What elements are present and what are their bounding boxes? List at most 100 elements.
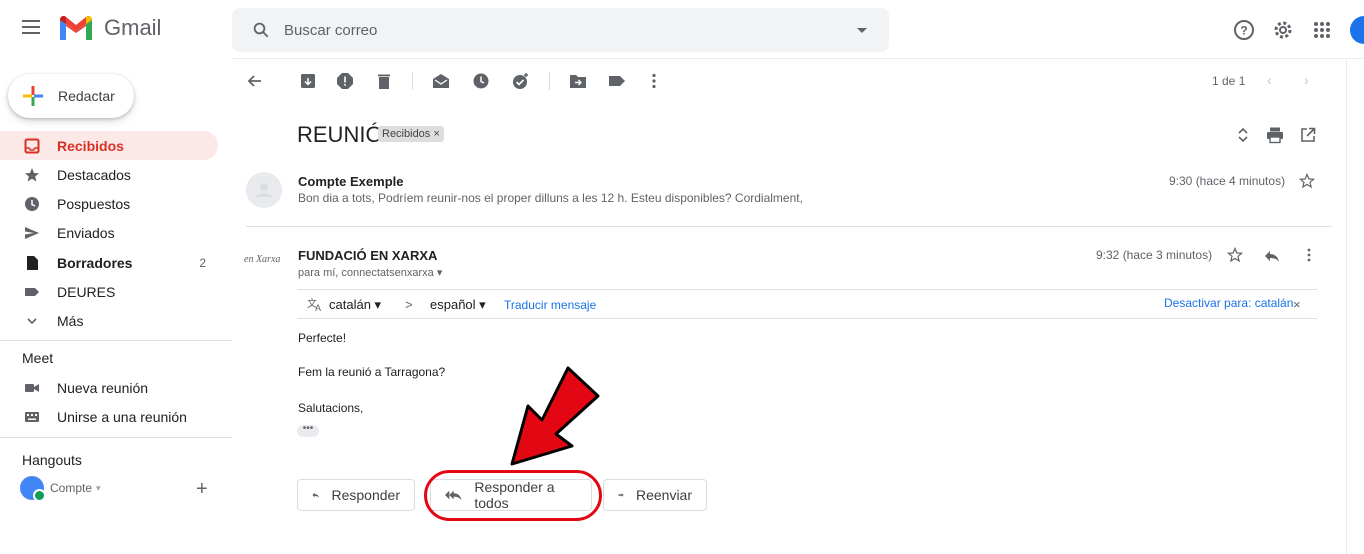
sidebar-item-more[interactable]: Más — [0, 306, 218, 335]
avatar[interactable] — [246, 172, 282, 208]
main-menu-icon[interactable] — [22, 20, 40, 34]
snooze-clock-icon[interactable] — [472, 72, 490, 90]
inbox-icon — [24, 138, 40, 154]
sidebar-item-label: DEURES — [57, 284, 116, 300]
print-icon[interactable] — [1266, 126, 1284, 144]
settings-gear-icon[interactable] — [1271, 18, 1295, 42]
more-vert-icon[interactable] — [645, 72, 663, 90]
svg-text:A: A — [315, 303, 321, 312]
drafts-count: 2 — [199, 256, 206, 270]
video-camera-icon — [25, 384, 39, 392]
scrollbar[interactable] — [1346, 60, 1358, 554]
reply-button[interactable]: Responder — [297, 479, 415, 511]
highlight-circle — [424, 470, 602, 521]
inbox-label-chip[interactable]: Recibidos × — [378, 126, 444, 142]
more-vert-icon[interactable] — [1301, 247, 1317, 263]
header-divider — [232, 58, 1364, 59]
search-icon[interactable] — [252, 21, 270, 39]
search-options-icon[interactable] — [857, 28, 867, 33]
add-task-icon[interactable] — [512, 72, 530, 90]
close-icon[interactable]: × — [1293, 297, 1301, 312]
delete-icon[interactable] — [375, 72, 393, 90]
message-time: 9:30 (hace 4 minutos) — [1169, 174, 1286, 188]
message-divider — [246, 226, 1332, 227]
star-outline-icon[interactable] — [1227, 247, 1243, 263]
compose-button[interactable]: Redactar — [8, 74, 134, 118]
compose-plus-icon — [23, 86, 43, 106]
message-body-line: Fem la reunió a Tarragona? — [298, 365, 446, 379]
chevron-down-icon — [27, 318, 37, 325]
caret-down-icon: ▾ — [436, 267, 443, 279]
forward-label: Reenviar — [635, 487, 692, 503]
reply-icon — [312, 492, 320, 498]
sidebar-item-deures[interactable]: DEURES — [0, 277, 218, 306]
show-trimmed-content-button[interactable]: ••• — [297, 424, 319, 437]
star-outline-icon[interactable] — [1299, 173, 1315, 189]
keyboard-icon — [25, 412, 39, 422]
gmail-logo[interactable]: Gmail — [58, 14, 161, 42]
label-icon — [25, 288, 39, 296]
search-bar[interactable] — [232, 8, 889, 52]
gmail-m-icon — [60, 16, 92, 40]
toolbar-divider — [412, 72, 413, 90]
reply-icon[interactable] — [1264, 248, 1280, 264]
expand-collapse-icon[interactable] — [1234, 126, 1252, 144]
source-language-dropdown[interactable]: catalán ▾ — [329, 297, 381, 313]
join-meeting-item[interactable]: Unirse a una reunión — [0, 402, 218, 431]
caret-down-icon: ▾ — [479, 297, 486, 312]
message-recipients[interactable]: para mí, connectatsenxarxa ▾ — [298, 266, 442, 279]
forward-button[interactable]: Reenviar — [603, 479, 707, 511]
sidebar-item-sent[interactable]: Enviados — [0, 218, 218, 247]
older-chevron-icon[interactable]: › — [1304, 72, 1309, 88]
sender-logo[interactable]: en Xarxa — [244, 254, 280, 265]
clock-icon — [25, 197, 39, 211]
mark-unread-icon[interactable] — [432, 72, 450, 90]
new-meeting-item[interactable]: Nueva reunión — [0, 373, 218, 402]
sidebar-item-snoozed[interactable]: Pospuestos — [0, 189, 218, 218]
hangouts-section-title: Hangouts — [22, 452, 82, 468]
sidebar-item-label: Recibidos — [57, 138, 124, 154]
translate-bar: 文A catalán ▾ > español ▾ Traducir mensaj… — [297, 289, 1317, 319]
message-snippet[interactable]: Bon dia a tots, Podríem reunir-nos el pr… — [298, 191, 803, 205]
meet-section-title: Meet — [22, 350, 54, 366]
account-avatar[interactable] — [1350, 16, 1364, 44]
message-sender[interactable]: Compte Exemple — [298, 174, 403, 189]
sidebar-item-label: Pospuestos — [57, 196, 131, 212]
disable-translation-link[interactable]: Desactivar para: catalán — [1164, 296, 1293, 310]
translate-message-link[interactable]: Traducir mensaje — [504, 298, 596, 312]
translate-icon: 文A — [307, 297, 321, 312]
sidebar-divider — [0, 437, 232, 438]
hangouts-user-name: Compte — [50, 481, 93, 495]
toolbar-divider — [549, 72, 550, 90]
avatar — [20, 476, 46, 502]
app-name: Gmail — [104, 15, 162, 40]
sidebar-item-inbox[interactable]: Recibidos — [0, 131, 218, 160]
apps-grid-icon[interactable] — [1310, 18, 1334, 42]
report-spam-icon[interactable] — [336, 72, 354, 90]
message-body-line: Salutacions, — [298, 401, 364, 415]
archive-icon[interactable] — [299, 72, 317, 90]
annotation-arrow-icon — [510, 366, 600, 466]
message-time: 9:32 (hace 3 minutos) — [1096, 248, 1213, 262]
add-contact-icon[interactable]: + — [196, 478, 208, 501]
translate-arrow: > — [405, 297, 413, 312]
sidebar-item-drafts[interactable]: Borradores 2 — [0, 248, 218, 277]
move-to-folder-icon[interactable] — [569, 72, 587, 90]
message-sender[interactable]: FUNDACIÓ EN XARXA — [298, 248, 437, 263]
target-language-dropdown[interactable]: español ▾ — [430, 297, 486, 313]
sidebar-item-label: Destacados — [57, 167, 131, 183]
svg-text:?: ? — [1240, 24, 1247, 38]
compose-label: Redactar — [58, 88, 115, 104]
back-arrow-icon[interactable] — [246, 72, 264, 90]
caret-down-icon: ▾ — [96, 482, 101, 493]
newer-chevron-icon[interactable]: ‹ — [1267, 72, 1272, 88]
hangouts-user[interactable]: Compte ▾ — [20, 476, 101, 502]
person-icon — [256, 183, 272, 197]
label-icon[interactable] — [608, 72, 626, 90]
forward-icon — [618, 493, 624, 497]
sidebar-item-label: Enviados — [57, 225, 115, 241]
open-new-window-icon[interactable] — [1299, 126, 1317, 144]
help-icon[interactable]: ? — [1232, 18, 1256, 42]
search-input[interactable] — [284, 18, 824, 42]
sidebar-item-starred[interactable]: Destacados — [0, 160, 218, 189]
